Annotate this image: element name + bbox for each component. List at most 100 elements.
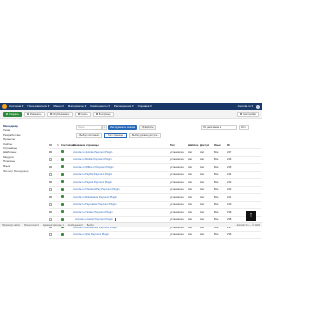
row-access: Нет (200, 188, 205, 192)
table-row[interactable]: ⋮ Joomla.ru Offline 2 Payment Plugin устан… (49, 164, 261, 172)
status-admins[interactable]: Администраторы 1 (43, 224, 64, 227)
status-toggle[interactable] (61, 165, 73, 169)
row-access: Нет (200, 165, 205, 169)
menu-menus[interactable]: Меню ▾ (53, 103, 63, 110)
sort-select[interactable]: По умолчанию ▾ (201, 125, 237, 130)
row-name-link[interactable]: Joomla.ru Yandex Payment Plugin (73, 211, 170, 214)
table-row[interactable]: ⋮ Joomla.ru Qiwi Payment Plugin установлен… (49, 232, 261, 239)
table-row[interactable]: ⋮ Joomla.ru Joomla Payment Plugin установл… (49, 149, 261, 157)
table-row[interactable]: ⋮ Joomla.ru CheckoutPay Payment Plugin уст… (49, 187, 261, 194)
status-messages[interactable]: Сообщения 0 (68, 224, 83, 227)
status-filter[interactable]: - Выбор состояния - (76, 133, 103, 138)
clear-button[interactable]: Очистить (139, 125, 157, 130)
row-name-link[interactable]: Joomla.ru Paypal Payment Plugin (73, 181, 170, 184)
row-access: Нет (200, 195, 205, 199)
row-type: установлен (170, 188, 184, 192)
limit-select[interactable]: 20 ▾ (239, 125, 249, 130)
table-row[interactable]: ⋮ Joomla.ru Paypal Payment Plugin установл… (49, 179, 261, 187)
menu-users[interactable]: Пользователи ▾ (27, 103, 49, 110)
row-template: Нет (188, 158, 193, 162)
row-type: установлен (170, 150, 184, 154)
status-toggle[interactable] (61, 172, 73, 177)
menu-content[interactable]: Материалы ▾ (68, 103, 86, 110)
row-access: Нет (200, 233, 205, 237)
row-template: Нет (188, 165, 193, 169)
unpublish-button[interactable]: Снять (74, 111, 91, 117)
table-row[interactable]: ⋮ Joomla.ru Mobile Payment Plugin установл… (49, 157, 261, 164)
status-logout[interactable]: Выйти (87, 224, 94, 227)
status-toggle[interactable] (61, 232, 73, 237)
trash-label: В корзину (98, 112, 111, 116)
row-name-link[interactable]: Joomla.ru PayPal Payment Plugin (73, 173, 170, 176)
row-name-link[interactable]: Joomla.ru Paymaster Payment Plugin (73, 203, 170, 206)
row-name-link[interactable]: Joomla.ru CheckoutPay Payment Plugin (73, 188, 170, 191)
header-type[interactable]: Тип (170, 144, 188, 147)
status-toggle[interactable] (61, 202, 73, 207)
status-toggle[interactable] (61, 150, 73, 154)
row-language: Все (214, 180, 219, 184)
edit-button[interactable]: Изменить (23, 111, 45, 117)
row-id: 238 (227, 218, 232, 222)
status-toggle[interactable] (61, 210, 73, 214)
status-toggle[interactable] (61, 157, 73, 162)
status-visitors[interactable]: Посетители 0 (24, 224, 39, 227)
row-type: установлен (170, 210, 184, 214)
trash-button[interactable]: В корзину (92, 111, 114, 117)
menu-extensions[interactable]: Расширения ▾ (114, 103, 134, 110)
row-name-link[interactable]: Joomla.ru Offline 2 Payment Plugin (73, 166, 170, 169)
access-filter[interactable]: - Выбор уровня доступа - (128, 133, 161, 138)
search-tools-button[interactable]: Инструменты поиска (108, 125, 138, 130)
table-row[interactable]: ⋮ Joomla.ru Paymaster Payment Plugin устан… (49, 202, 261, 209)
row-template: Нет (188, 218, 193, 222)
published-icon (61, 202, 64, 206)
status-toggle[interactable] (61, 180, 73, 184)
row-access: Нет (200, 173, 205, 177)
settings-button[interactable]: Настройки (237, 111, 259, 117)
table-row[interactable]: ⋮ Joomla.ru PayPal Payment Plugin установл… (49, 172, 261, 179)
status-view-site[interactable]: Просмотр сайта (2, 224, 20, 227)
check-icon (49, 113, 52, 115)
header-name[interactable]: Название страницы (73, 144, 170, 147)
header-access[interactable]: Доступ (200, 144, 214, 147)
user-menu[interactable]: Joomla.ru ▾ (237, 103, 253, 110)
toolbar: Создать Изменить Опубликовать Снять В ко… (0, 110, 262, 119)
status-toggle[interactable] (61, 195, 73, 199)
row-name: Joomla.ru Paymaster Payment Plugin (73, 203, 117, 207)
row-name: Joomla.ru Offline 2 Payment Plugin (73, 165, 114, 169)
joomla-logo-icon[interactable] (2, 104, 7, 109)
search-input[interactable]: Поиск (76, 125, 102, 130)
edit-icon (26, 113, 29, 115)
publish-button[interactable]: Опубликовать (46, 111, 73, 117)
menu-system[interactable]: Система ▾ (9, 103, 23, 110)
header-template[interactable]: Шаблон (188, 144, 200, 147)
table-row[interactable]: ⋮ Joomla.ru Robokassa Payment Plugin устан… (49, 194, 261, 202)
header-id[interactable]: ID (227, 144, 239, 147)
new-button[interactable]: Создать (3, 111, 22, 117)
search-bar: Поиск ⌕ Инструменты поиска Очистить (76, 125, 157, 130)
user-icon[interactable] (256, 104, 260, 109)
search-icon[interactable]: ⌕ (102, 125, 107, 130)
sidebar-item-language[interactable]: Язык (3, 164, 47, 168)
row-name-link[interactable]: Joomla.ru Qiwi Payment Plugin (73, 233, 170, 236)
published-icon (61, 157, 64, 161)
row-language: Все (214, 165, 219, 169)
checkbox-icon (49, 203, 52, 206)
checkbox-icon (49, 180, 52, 183)
row-name-link[interactable]: Joomla.ru Mobile Payment Plugin (73, 158, 170, 161)
checkbox-icon (49, 165, 52, 168)
row-language: Все (214, 210, 219, 214)
header-language[interactable]: Язык (214, 144, 227, 147)
menu-components[interactable]: Компоненты ▾ (90, 103, 110, 110)
settings-label: Настройки (243, 112, 256, 116)
row-name-link[interactable]: Joomla.ru Robokassa Payment Plugin (73, 196, 170, 199)
arrow-up-icon[interactable]: ↑ (246, 211, 256, 221)
status-toggle[interactable] (61, 187, 73, 192)
header-status[interactable]: Состояние (61, 144, 75, 147)
table-row[interactable]: ⋮ Joomla.ru Yandex Payment Plugin установл… (49, 209, 261, 217)
published-icon (61, 217, 64, 221)
row-name-link[interactable]: Joomla.ru Assist Payment Plugin (73, 218, 170, 222)
checkbox-icon (49, 210, 52, 213)
type-filter[interactable]: - Тип страницы - (104, 133, 127, 138)
menu-help[interactable]: Справка ▾ (138, 103, 152, 110)
row-name-link[interactable]: Joomla.ru Joomla Payment Plugin (73, 151, 170, 154)
